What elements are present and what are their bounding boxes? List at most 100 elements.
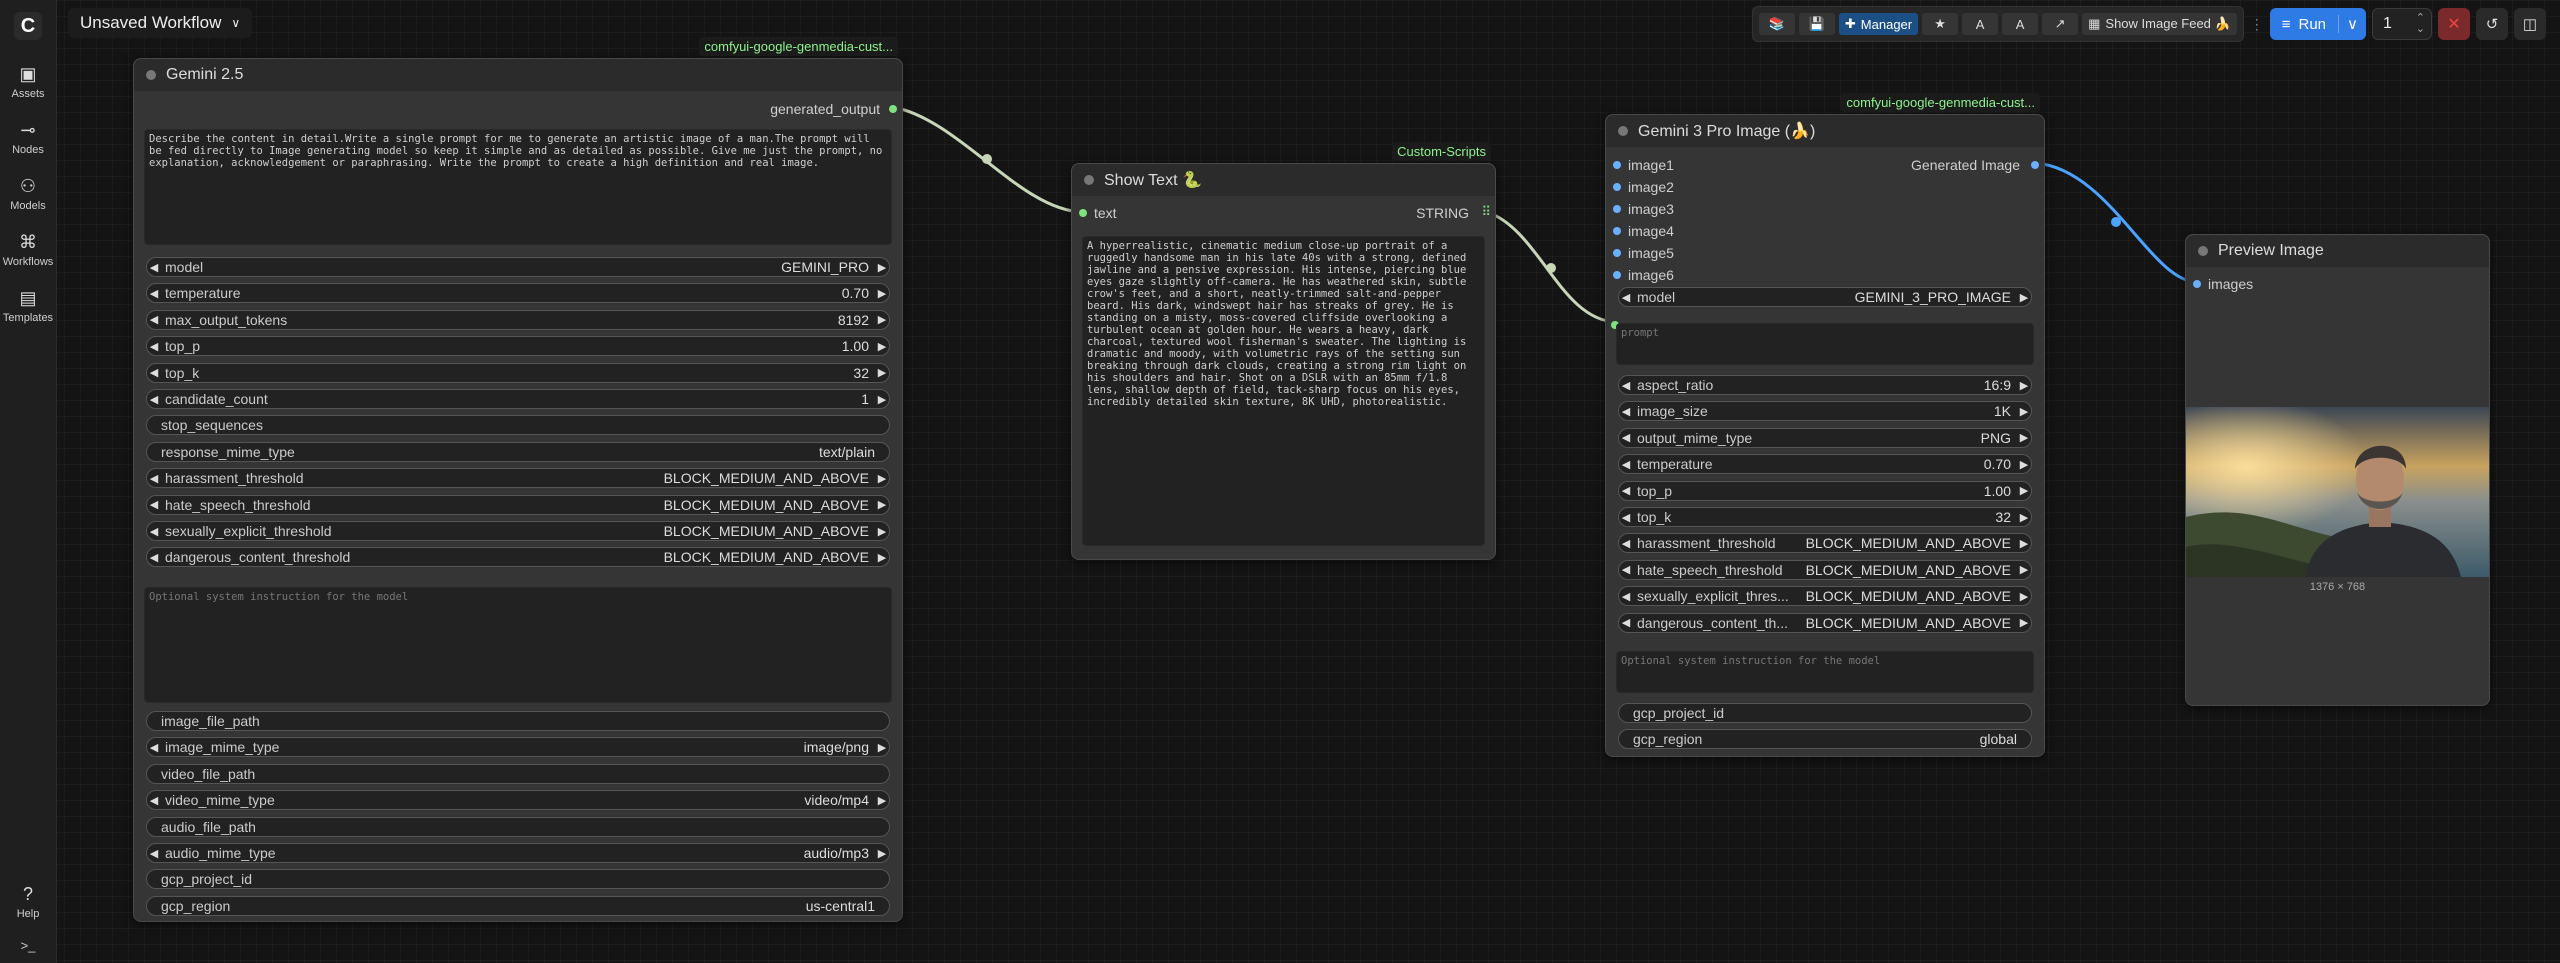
widget-image-size[interactable]: ◀ image_size 1K ▶ xyxy=(1618,401,2032,422)
system-instruction-textarea[interactable]: Optional system instruction for the mode… xyxy=(1616,651,2034,693)
input-slot-dot-icon[interactable] xyxy=(1613,183,1621,191)
decrement-arrow-icon[interactable]: ◀ xyxy=(1619,458,1633,471)
prompt-textarea[interactable]: prompt xyxy=(1616,323,2034,365)
widget-audio-mime-type[interactable]: ◀ audio_mime_type audio/mp3 ▶ xyxy=(146,843,890,863)
increment-arrow-icon[interactable]: ▶ xyxy=(2017,458,2031,471)
increment-arrow-icon[interactable]: ▶ xyxy=(2017,563,2031,576)
widget-hate-speech-threshold[interactable]: ◀ hate_speech_threshold BLOCK_MEDIUM_AND_A… xyxy=(1618,559,2032,580)
input-slot-dot-icon[interactable] xyxy=(1613,271,1621,279)
decrement-arrow-icon[interactable]: ◀ xyxy=(147,551,161,564)
increment-arrow-icon[interactable]: ▶ xyxy=(875,472,889,485)
system-instruction-textarea[interactable]: Optional system instruction for the mode… xyxy=(144,587,892,703)
increment-arrow-icon[interactable]: ▶ xyxy=(2017,537,2031,550)
collapse-dot-icon[interactable] xyxy=(2198,246,2208,256)
decrement-arrow-icon[interactable]: ◀ xyxy=(1619,590,1633,603)
input-slot-dot-icon[interactable] xyxy=(1613,161,1621,169)
increment-arrow-icon[interactable]: ▶ xyxy=(875,741,889,754)
widget-gcp-project-id[interactable]: gcp_project_id xyxy=(1618,703,2032,723)
increment-arrow-icon[interactable]: ▶ xyxy=(875,287,889,300)
increment-arrow-icon[interactable]: ▶ xyxy=(875,525,889,538)
node-gemini-3-pro-image[interactable]: comfyui-google-genmedia-cust... Gemini 3… xyxy=(1605,93,2045,757)
collapse-dot-icon[interactable] xyxy=(146,70,156,80)
decrement-arrow-icon[interactable]: ◀ xyxy=(147,340,161,353)
increment-arrow-icon[interactable]: ▶ xyxy=(875,498,889,511)
decrement-arrow-icon[interactable]: ◀ xyxy=(147,313,161,326)
decrement-arrow-icon[interactable]: ◀ xyxy=(1619,511,1633,524)
increment-arrow-icon[interactable]: ▶ xyxy=(875,261,889,274)
widget-top-k[interactable]: ◀ top_k 32 ▶ xyxy=(146,362,890,383)
decrement-arrow-icon[interactable]: ◀ xyxy=(147,741,161,754)
widget-image-mime-type[interactable]: ◀ image_mime_type image/png ▶ xyxy=(146,737,890,758)
decrement-arrow-icon[interactable]: ◀ xyxy=(1619,431,1633,444)
increment-arrow-icon[interactable]: ▶ xyxy=(2017,431,2031,444)
widget-dangerous-content-th[interactable]: ◀ dangerous_content_th... BLOCK_MEDIUM_AND… xyxy=(1618,612,2032,633)
decrement-arrow-icon[interactable]: ◀ xyxy=(147,393,161,406)
input-slot-dot-icon[interactable] xyxy=(2193,280,2201,288)
decrement-arrow-icon[interactable]: ◀ xyxy=(147,498,161,511)
decrement-arrow-icon[interactable]: ◀ xyxy=(147,525,161,538)
widget-harassment-threshold[interactable]: ◀ harassment_threshold BLOCK_MEDIUM_AND_AB… xyxy=(146,468,890,489)
decrement-arrow-icon[interactable]: ◀ xyxy=(1619,484,1633,497)
decrement-arrow-icon[interactable]: ◀ xyxy=(147,472,161,485)
widget-gcp-region[interactable]: gcp_region us-central1 xyxy=(146,895,890,916)
widget-response-mime-type[interactable]: response_mime_type text/plain xyxy=(146,441,890,462)
generated-image-preview[interactable] xyxy=(2186,407,2489,577)
increment-arrow-icon[interactable]: ▶ xyxy=(875,366,889,379)
widget-temperature[interactable]: ◀ temperature 0.70 ▶ xyxy=(146,283,890,304)
increment-arrow-icon[interactable]: ▶ xyxy=(875,794,889,807)
widget-gcp-project-id[interactable]: gcp_project_id xyxy=(146,869,890,890)
widget-hate-speech-threshold[interactable]: ◀ hate_speech_threshold BLOCK_MEDIUM_AND_A… xyxy=(146,494,890,515)
widget-max-output-tokens[interactable]: ◀ max_output_tokens 8192 ▶ xyxy=(146,309,890,330)
widget-output-mime-type[interactable]: ◀ output_mime_type PNG ▶ xyxy=(1618,427,2032,448)
node-header[interactable]: Gemini 2.5 xyxy=(134,59,902,91)
decrement-arrow-icon[interactable]: ◀ xyxy=(1619,379,1633,392)
increment-arrow-icon[interactable]: ▶ xyxy=(2017,379,2031,392)
increment-arrow-icon[interactable]: ▶ xyxy=(875,847,889,860)
node-header[interactable]: Preview Image xyxy=(2186,235,2489,267)
text-display[interactable]: A hyperrealistic, cinematic medium close… xyxy=(1082,236,1485,546)
increment-arrow-icon[interactable]: ▶ xyxy=(2017,511,2031,524)
widget-stop-sequences[interactable]: stop_sequences xyxy=(146,415,890,436)
widget-top-k[interactable]: ◀ top_k 32 ▶ xyxy=(1618,507,2032,527)
decrement-arrow-icon[interactable]: ◀ xyxy=(1619,291,1633,304)
widget-video-mime-type[interactable]: ◀ video_mime_type video/mp4 ▶ xyxy=(146,790,890,811)
input-slot-dot-icon[interactable] xyxy=(1613,249,1621,257)
decrement-arrow-icon[interactable]: ◀ xyxy=(1619,563,1633,576)
decrement-arrow-icon[interactable]: ◀ xyxy=(1619,616,1633,629)
widget-candidate-count[interactable]: ◀ candidate_count 1 ▶ xyxy=(146,389,890,409)
widget-gcp-region[interactable]: gcp_region global xyxy=(1618,729,2032,750)
widget-top-p[interactable]: ◀ top_p 1.00 ▶ xyxy=(146,336,890,357)
decrement-arrow-icon[interactable]: ◀ xyxy=(147,794,161,807)
increment-arrow-icon[interactable]: ▶ xyxy=(875,393,889,406)
collapse-dot-icon[interactable] xyxy=(1618,126,1628,136)
node-gemini-2-5[interactable]: comfyui-google-genmedia-cust... Gemini 2… xyxy=(133,37,903,922)
output-slot-dot-icon[interactable] xyxy=(889,105,897,113)
decrement-arrow-icon[interactable]: ◀ xyxy=(147,847,161,860)
widget-audio-file-path[interactable]: audio_file_path xyxy=(146,816,890,837)
widget-temperature[interactable]: ◀ temperature 0.70 ▶ xyxy=(1618,454,2032,475)
decrement-arrow-icon[interactable]: ◀ xyxy=(147,261,161,274)
increment-arrow-icon[interactable]: ▶ xyxy=(2017,291,2031,304)
output-slot-dot-icon[interactable] xyxy=(2031,161,2039,169)
node-show-text[interactable]: Custom-Scripts Show Text 🐍 text STRING ⠿… xyxy=(1071,142,1496,560)
increment-arrow-icon[interactable]: ▶ xyxy=(875,551,889,564)
widget-sexually-explicit-thres[interactable]: ◀ sexually_explicit_thres... BLOCK_MEDIUM_… xyxy=(1618,586,2032,607)
collapse-dot-icon[interactable] xyxy=(1084,175,1094,185)
node-header[interactable]: Gemini 3 Pro Image (🍌) xyxy=(1606,115,2044,147)
widget-sexually-explicit-threshold[interactable]: ◀ sexually_explicit_threshold BLOCK_MEDIUM… xyxy=(146,521,890,541)
widget-model[interactable]: ◀ model GEMINI_3_PRO_IMAGE ▶ xyxy=(1618,287,2032,307)
decrement-arrow-icon[interactable]: ◀ xyxy=(1619,537,1633,550)
output-grid-slot-icon[interactable]: ⠿ xyxy=(1481,204,1491,220)
increment-arrow-icon[interactable]: ▶ xyxy=(875,313,889,326)
node-header[interactable]: Show Text 🐍 xyxy=(1072,164,1495,196)
widget-top-p[interactable]: ◀ top_p 1.00 ▶ xyxy=(1618,480,2032,501)
widget-aspect-ratio[interactable]: ◀ aspect_ratio 16:9 ▶ xyxy=(1618,375,2032,395)
input-slot-dot-icon[interactable] xyxy=(1613,205,1621,213)
widget-model[interactable]: ◀ model GEMINI_PRO ▶ xyxy=(146,257,890,277)
increment-arrow-icon[interactable]: ▶ xyxy=(2017,484,2031,497)
increment-arrow-icon[interactable]: ▶ xyxy=(875,340,889,353)
prompt-textarea[interactable]: Describe the content in detail.Write a s… xyxy=(144,129,892,245)
increment-arrow-icon[interactable]: ▶ xyxy=(2017,405,2031,418)
input-slot-dot-icon[interactable] xyxy=(1079,209,1087,217)
widget-harassment-threshold[interactable]: ◀ harassment_threshold BLOCK_MEDIUM_AND_AB… xyxy=(1618,533,2032,554)
